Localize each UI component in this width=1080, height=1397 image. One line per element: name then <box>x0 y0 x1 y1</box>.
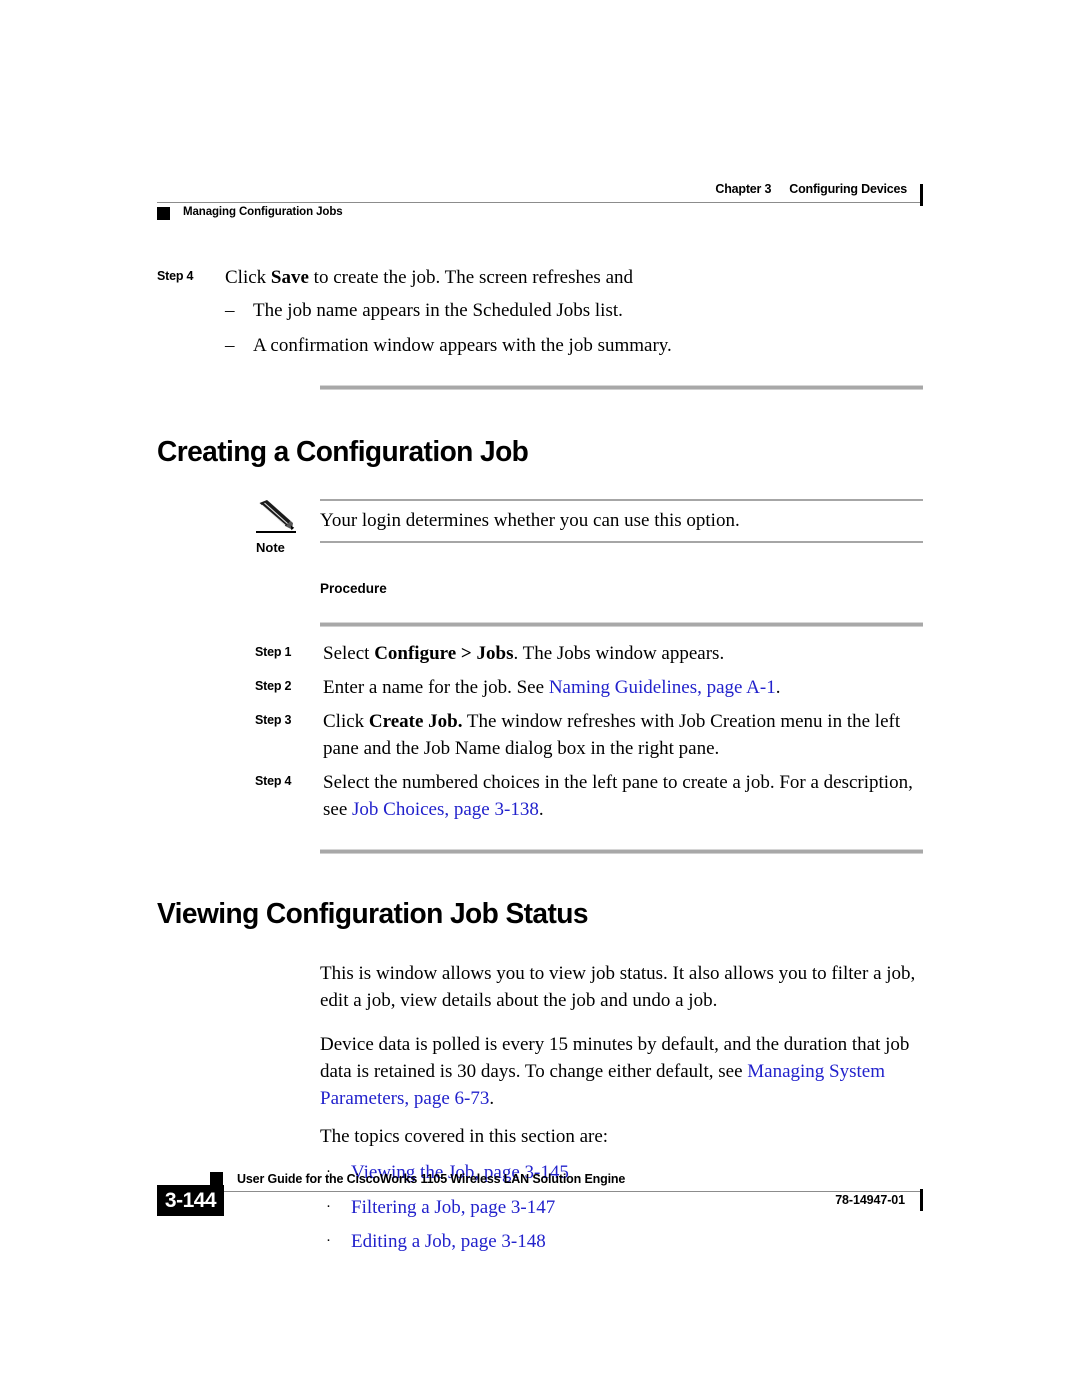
procedure-label: Procedure <box>320 580 387 596</box>
footer-divider <box>210 1191 923 1192</box>
footer-document-number: 78-14947-01 <box>835 1193 905 1207</box>
intro-step-text-bold: Save <box>270 267 309 288</box>
step-label-4: Step 4 <box>255 773 292 788</box>
list-item: · Editing a Job, page 3-148 <box>320 1229 923 1256</box>
procedure-step-row-4: Step 4 Select the numbered choices in th… <box>157 770 923 824</box>
document-page: Chapter 3 Configuring Devices Managing Co… <box>0 0 1080 1397</box>
list-item-text: A confirmation window appears with the j… <box>253 334 672 356</box>
list-item-text: The job name appears in the Scheduled Jo… <box>253 299 623 321</box>
pencil-icon <box>259 499 295 531</box>
header-chapter-line: Chapter 3 Configuring Devices <box>715 182 907 196</box>
list-item: – A confirmation window appears with the… <box>225 333 923 360</box>
footer-square-bullet-icon <box>210 1172 223 1185</box>
note-block: Note Your login determines whether you c… <box>157 498 923 559</box>
procedure-step-row-1: Step 1 Select Configure > Jobs. The Jobs… <box>157 641 923 668</box>
step-body-1: Select Configure > Jobs. The Jobs window… <box>323 641 923 668</box>
step-body-4: Select the numbered choices in the left … <box>323 770 923 824</box>
link-editing-a-job[interactable]: Editing a Job, page 3-148 <box>351 1229 546 1256</box>
viewing-paragraph-1: This is window allows you to view job st… <box>320 962 916 1011</box>
note-icon-underline <box>256 530 296 533</box>
topics-intro: The topics covered in this section are: <box>320 1125 609 1147</box>
intro-step-label: Step 4 <box>157 269 194 283</box>
step-3-seg-0: Click <box>323 710 369 732</box>
step-label-1: Step 1 <box>255 644 292 659</box>
viewing-paragraph-2: Device data is polled is every 15 minute… <box>320 1032 923 1113</box>
intro-step-text-before: Click <box>225 267 271 288</box>
step-2-seg-0: Enter a name for the job. See <box>323 676 549 698</box>
page-title-viewing-configuration-job-status: Viewing Configuration Job Status <box>157 897 589 930</box>
step-1-seg-1: Configure > Jobs <box>374 642 514 664</box>
intro-step-text-after: to create the job. The screen refreshes … <box>308 267 633 288</box>
step-body-3: Click Create Job. The window refreshes w… <box>323 709 923 763</box>
procedure-step-row-2: Step 2 Enter a name for the job. See Nam… <box>157 675 923 702</box>
procedure-step-row-3: Step 3 Click Create Job. The window refr… <box>157 709 923 763</box>
page-footer: User Guide for the CiscoWorks 1105 Wirel… <box>157 1172 923 1228</box>
page-number-badge: 3-144 <box>157 1185 224 1216</box>
dash-marker-icon: – <box>225 334 235 356</box>
link-job-choices[interactable]: Job Choices, page 3-138 <box>352 799 539 820</box>
note-text-column: Your login determines whether you can us… <box>320 498 923 544</box>
step-3-seg-1: Create Job. <box>368 710 463 732</box>
step-label-3: Step 3 <box>255 712 292 727</box>
footer-guide-title: User Guide for the CiscoWorks 1105 Wirel… <box>237 1172 626 1186</box>
intro-step-row: Step 4 Click Save to create the job. The… <box>157 265 923 368</box>
header-chapter-title: Configuring Devices <box>789 182 907 196</box>
note-label: Note <box>256 539 285 555</box>
note-divider-bottom <box>320 541 923 544</box>
step-1-seg-2: . The Jobs window appears. <box>513 642 725 664</box>
header-square-bullet-icon <box>157 207 170 220</box>
step-2-seg-2: . <box>775 676 781 698</box>
footer-edge-marker <box>920 1189 923 1211</box>
link-naming-guidelines[interactable]: Naming Guidelines, page A-1 <box>549 677 776 698</box>
list-item: – The job name appears in the Scheduled … <box>225 298 923 325</box>
step-1-seg-0: Select <box>323 642 375 664</box>
page-header: Chapter 3 Configuring Devices Managing Co… <box>157 182 923 228</box>
dash-marker-icon: – <box>225 299 235 321</box>
bullet-marker-icon: · <box>326 1233 331 1250</box>
step-body-2: Enter a name for the job. See Naming Gui… <box>323 675 923 702</box>
header-edge-marker <box>920 184 923 206</box>
intro-step-sublist: – The job name appears in the Scheduled … <box>225 298 923 360</box>
page-content: Step 4 Click Save to create the job. The… <box>157 265 923 1264</box>
viewing-p2-seg-2: . <box>489 1087 495 1109</box>
step-4-seg-2: . <box>538 798 544 820</box>
header-chapter-number: Chapter 3 <box>715 182 772 196</box>
intro-step-body: Click Save to create the job. The screen… <box>225 265 923 368</box>
header-divider <box>157 202 923 203</box>
note-icon-group: Note <box>256 499 314 555</box>
note-text: Your login determines whether you can us… <box>320 509 740 531</box>
step-label-2: Step 2 <box>255 678 292 693</box>
header-running-section: Managing Configuration Jobs <box>183 206 343 218</box>
page-title-creating-a-configuration-job: Creating a Configuration Job <box>157 435 529 468</box>
